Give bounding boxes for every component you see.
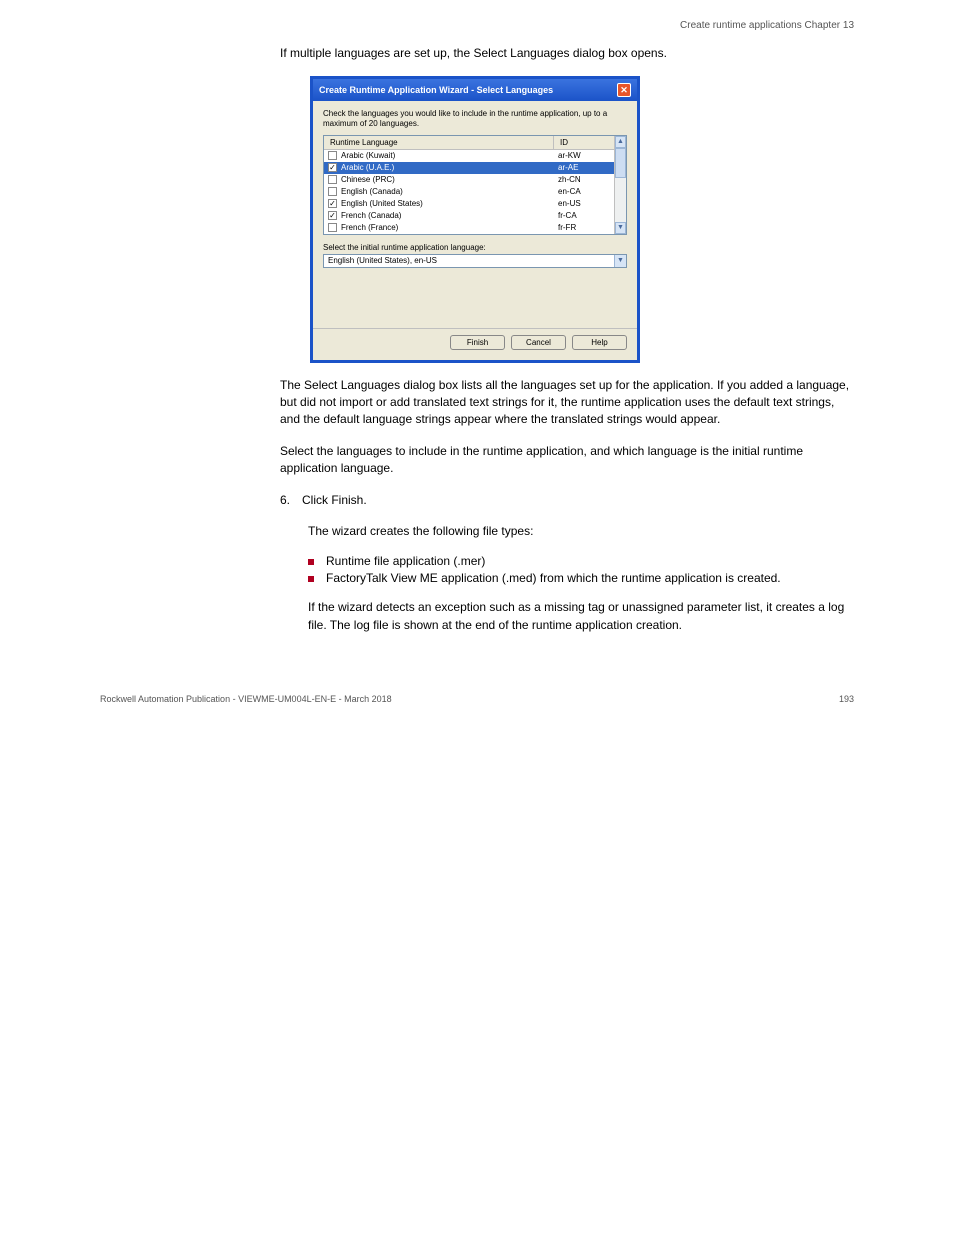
header-right: Create runtime applications Chapter 13: [680, 20, 854, 31]
checkbox[interactable]: [328, 187, 337, 196]
list-item-label: French (Canada): [341, 211, 554, 220]
list-item[interactable]: ✓ French (Canada) fr-CA: [324, 210, 614, 222]
paragraph: The wizard creates the following file ty…: [308, 523, 854, 540]
checkbox[interactable]: [328, 223, 337, 232]
step-number: 6.: [280, 492, 302, 509]
list-item[interactable]: ✓ English (United States) en-US: [324, 198, 614, 210]
finish-button[interactable]: Finish: [450, 335, 505, 350]
list-item-label: English (United States): [341, 199, 554, 208]
square-bullet-icon: [308, 576, 314, 582]
close-icon[interactable]: ✕: [617, 83, 631, 97]
list-item-id: fr-FR: [554, 223, 614, 232]
page-footer: Rockwell Automation Publication - VIEWME…: [100, 694, 854, 704]
bullet-item: Runtime file application (.mer): [308, 554, 848, 568]
footer-right: 193: [839, 694, 854, 704]
list-header: Runtime Language ID: [324, 136, 614, 150]
checkbox[interactable]: ✓: [328, 163, 337, 172]
initial-language-select[interactable]: English (United States), en-US ▼: [323, 254, 627, 268]
list-item[interactable]: Arabic (Kuwait) ar-KW: [324, 150, 614, 162]
paragraph: Select the languages to include in the r…: [280, 443, 850, 478]
bullet-item: FactoryTalk View ME application (.med) f…: [308, 571, 848, 585]
dialog-title-text: Create Runtime Application Wizard - Sele…: [319, 85, 553, 95]
square-bullet-icon: [308, 559, 314, 565]
checkbox[interactable]: [328, 151, 337, 160]
list-item-label: French (France): [341, 223, 554, 232]
list-item[interactable]: French (France) fr-FR: [324, 222, 614, 234]
bullet-text: Runtime file application (.mer): [326, 554, 485, 568]
initial-language-value: English (United States), en-US: [324, 256, 614, 265]
dialog-titlebar[interactable]: Create Runtime Application Wizard - Sele…: [313, 79, 637, 101]
intro-text: If multiple languages are set up, the Se…: [280, 45, 850, 62]
step-6: 6.Click Finish.: [280, 492, 850, 509]
dialog-separator: [313, 328, 637, 329]
bullet-text: FactoryTalk View ME application (.med) f…: [326, 571, 781, 585]
cancel-button[interactable]: Cancel: [511, 335, 566, 350]
col-header-id[interactable]: ID: [554, 136, 614, 149]
checkbox[interactable]: [328, 175, 337, 184]
list-item-label: Chinese (PRC): [341, 175, 554, 184]
list-item-label: Arabic (Kuwait): [341, 151, 554, 160]
footer-left: Rockwell Automation Publication - VIEWME…: [100, 694, 392, 704]
scroll-up-icon[interactable]: ▲: [615, 136, 626, 148]
checkbox[interactable]: ✓: [328, 199, 337, 208]
scroll-track[interactable]: [615, 148, 626, 222]
list-item[interactable]: ✓ Arabic (U.A.E.) ar-AE: [324, 162, 614, 174]
list-item-id: zh-CN: [554, 175, 614, 184]
list-item[interactable]: English (Canada) en-CA: [324, 186, 614, 198]
scrollbar[interactable]: ▲ ▼: [614, 136, 626, 234]
list-item-label: Arabic (U.A.E.): [341, 163, 554, 172]
col-header-language[interactable]: Runtime Language: [324, 136, 554, 149]
dialog-figure: Create Runtime Application Wizard - Sele…: [310, 76, 854, 362]
list-item-id: en-CA: [554, 187, 614, 196]
language-listbox[interactable]: Runtime Language ID Arabic (Kuwait) ar-K…: [323, 135, 627, 235]
checkbox[interactable]: ✓: [328, 211, 337, 220]
initial-language-label: Select the initial runtime application l…: [323, 243, 627, 252]
list-item-id: ar-AE: [554, 163, 614, 172]
step-text: Click Finish.: [302, 493, 367, 507]
select-languages-dialog: Create Runtime Application Wizard - Sele…: [310, 76, 640, 362]
dialog-description: Check the languages you would like to in…: [323, 109, 627, 128]
scroll-thumb[interactable]: [615, 148, 626, 178]
help-button[interactable]: Help: [572, 335, 627, 350]
paragraph: If the wizard detects an exception such …: [308, 599, 854, 634]
scroll-down-icon[interactable]: ▼: [615, 222, 626, 234]
list-item-id: ar-KW: [554, 151, 614, 160]
paragraph: The Select Languages dialog box lists al…: [280, 377, 850, 429]
list-item[interactable]: Chinese (PRC) zh-CN: [324, 174, 614, 186]
list-item-label: English (Canada): [341, 187, 554, 196]
chevron-down-icon[interactable]: ▼: [614, 255, 626, 267]
list-item-id: en-US: [554, 199, 614, 208]
page-running-header: Create runtime applications Chapter 13: [100, 20, 854, 31]
list-item-id: fr-CA: [554, 211, 614, 220]
